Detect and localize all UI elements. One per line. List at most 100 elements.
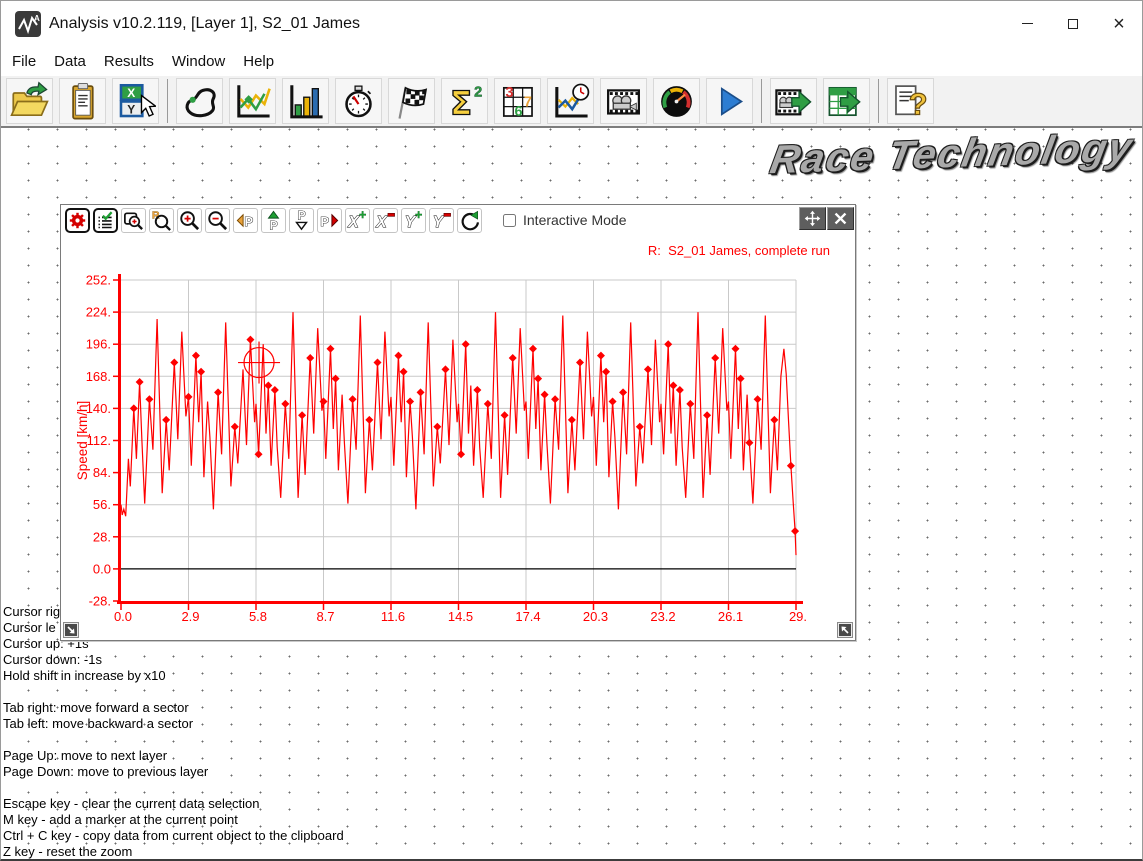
x-tick-label: 20.3 [583, 609, 608, 624]
xy-data-values-icon: XY [115, 81, 156, 122]
point-up-button[interactable]: P [261, 208, 286, 233]
shortcut-line: Tab left: move backward a sector [3, 716, 344, 732]
shortcut-line: Cursor down: -1s [3, 652, 344, 668]
x-plus-button[interactable]: X+ [345, 208, 370, 233]
main-toolbar: XY Σ2367? [1, 76, 1142, 128]
zoom-out-button[interactable] [205, 208, 230, 233]
shortcut-line: Page Down: move to previous layer [3, 764, 344, 780]
speed-distance-chart[interactable]: 252.224.196.168.140.112.84.56.28.0.0-28.… [61, 235, 855, 625]
svg-text:P: P [320, 213, 329, 228]
graph-time-icon [550, 81, 591, 122]
export-video-button[interactable] [770, 78, 817, 124]
chart-window-toolbar: RPPPPX+XY+YInteractive Mode [61, 205, 855, 235]
open-data-file-button[interactable] [6, 78, 53, 124]
report-clipboard-icon [62, 81, 103, 122]
x-tick-label: 5.8 [249, 609, 267, 624]
statistics-sigma-icon: Σ2 [444, 81, 485, 122]
y-plus-icon: Y+ [402, 209, 425, 232]
shortcut-line [3, 684, 344, 700]
svg-text:X: X [347, 214, 359, 231]
svg-text:Y: Y [127, 102, 135, 116]
play-run-button[interactable] [706, 78, 753, 124]
zoom-in-button[interactable] [177, 208, 202, 233]
y-tick-label: 168. [86, 369, 111, 384]
shortcut-line: Escape key - clear the current data sele… [3, 796, 344, 812]
interactive-mode-checkbox[interactable] [503, 214, 516, 227]
track-map-button[interactable] [176, 78, 223, 124]
reset-zoom-button[interactable] [457, 208, 482, 233]
toolbar-separator [878, 79, 879, 123]
prev-point-icon: P [234, 209, 257, 232]
cursor-crosshair[interactable] [238, 342, 280, 384]
dashboard-gauge-button[interactable] [653, 78, 700, 124]
video-camera-button[interactable] [600, 78, 647, 124]
menu-help[interactable]: Help [234, 49, 283, 74]
shortcut-line: Hold shift in increase by x10 [3, 668, 344, 684]
move-window-button[interactable] [799, 207, 826, 230]
svg-text:?: ? [909, 86, 928, 121]
shortcut-line: Ctrl + C key - copy data from current ob… [3, 828, 344, 844]
chart-window[interactable]: RPPPPX+XY+YInteractive Mode R: S2_01 Jam… [60, 204, 856, 641]
data-selection-icon [95, 209, 116, 232]
shortcut-line: Z key - reset the zoom [3, 844, 344, 859]
shortcut-line [3, 732, 344, 748]
resize-grip-left[interactable] [63, 622, 79, 638]
export-table-button[interactable] [823, 78, 870, 124]
svg-text:A: A [34, 14, 40, 23]
histogram-button[interactable] [282, 78, 329, 124]
track-map-icon [179, 81, 220, 122]
svg-text:X: X [375, 214, 387, 231]
y-tick-label: 28. [93, 529, 111, 544]
menu-data[interactable]: Data [45, 49, 95, 74]
chart-settings-button[interactable] [65, 208, 90, 233]
menu-window[interactable]: Window [163, 49, 234, 74]
y-minus-button[interactable]: Y [429, 208, 454, 233]
resize-grip-right[interactable] [837, 622, 853, 638]
help-document-button[interactable]: ? [887, 78, 934, 124]
maximize-button[interactable] [1050, 1, 1096, 46]
play-run-icon [709, 81, 750, 122]
prev-point-button[interactable]: P [233, 208, 258, 233]
toolbar-separator [761, 79, 762, 123]
y-axis-label: Speed [km/h] [75, 401, 90, 481]
y-tick-label: 224. [86, 305, 111, 320]
svg-text:X: X [127, 86, 135, 100]
data-selection-button[interactable] [93, 208, 118, 233]
analysis-app-window: A Analysis v10.2.119, [Layer 1], S2_01 J… [0, 0, 1143, 861]
zoom-run-button[interactable]: R [149, 208, 174, 233]
xy-graph-button[interactable] [229, 78, 276, 124]
finish-flag-button[interactable] [388, 78, 435, 124]
finish-flag-icon [391, 81, 432, 122]
graph-time-button[interactable] [547, 78, 594, 124]
svg-text:P: P [298, 209, 306, 223]
svg-text:7: 7 [524, 94, 532, 110]
y-tick-label: -28. [89, 594, 111, 609]
svg-text:3: 3 [506, 85, 514, 101]
x-tick-label: 8.7 [316, 609, 334, 624]
next-point-button[interactable]: P [317, 208, 342, 233]
y-tick-label: 196. [86, 337, 111, 352]
x-tick-label: 11.6 [381, 609, 405, 624]
x-minus-button[interactable]: X [373, 208, 398, 233]
xy-data-values-button[interactable]: XY [112, 78, 159, 124]
keyboard-shortcuts-text: Cursor rigCursor leCursor up: +1sCursor … [3, 604, 344, 859]
report-clipboard-button[interactable] [59, 78, 106, 124]
close-chart-window-button[interactable] [827, 207, 854, 230]
menu-results[interactable]: Results [95, 49, 163, 74]
lap-timer-button[interactable] [335, 78, 382, 124]
zoom-box-button[interactable] [121, 208, 146, 233]
minimize-button[interactable] [1004, 1, 1050, 46]
y-plus-button[interactable]: Y+ [401, 208, 426, 233]
point-down-button[interactable]: P [289, 208, 314, 233]
y-tick-label: 0.0 [93, 561, 111, 576]
close-button[interactable]: × [1096, 1, 1142, 46]
resize-icon [64, 623, 78, 637]
shortcut-line: Tab right: move forward a sector [3, 700, 344, 716]
close-icon [832, 210, 849, 227]
histogram-icon [285, 81, 326, 122]
video-camera-icon [603, 81, 644, 122]
close-icon: × [1113, 14, 1125, 34]
sector-times-grid-button[interactable]: 367 [494, 78, 541, 124]
menu-file[interactable]: File [3, 49, 45, 74]
statistics-sigma-button[interactable]: Σ2 [441, 78, 488, 124]
